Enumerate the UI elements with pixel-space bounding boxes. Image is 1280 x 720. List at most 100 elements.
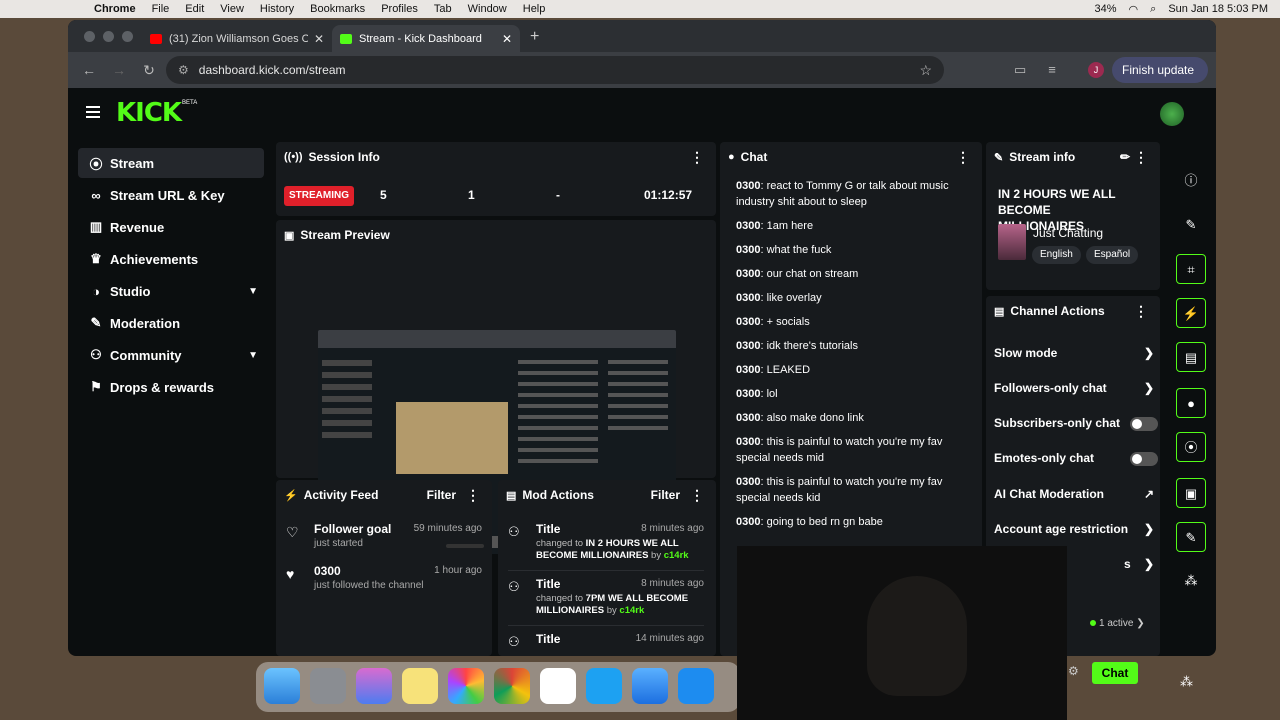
back-icon[interactable]: ← [80,62,98,78]
moderator-username[interactable]: c14rk [664,550,689,561]
forward-icon[interactable]: → [110,62,128,78]
bookmark-star-icon[interactable]: ☆ [919,62,932,79]
user-avatar[interactable] [1160,102,1184,126]
wrench-icon[interactable]: ✎ [1176,522,1206,552]
broadcast-icon[interactable]: ⦿ [1176,432,1206,462]
menu-app[interactable]: Chrome [94,3,136,15]
sidebar-item-revenue[interactable]: ▥ Revenue [78,212,264,242]
sidebar-item-community[interactable]: ⚇ Community ▼ [78,340,264,370]
kick-logo[interactable]: KICK [116,98,182,128]
launchpad-icon[interactable] [356,668,392,704]
account-age-row[interactable]: Account age restriction ❯ [994,514,1154,544]
chevron-down-icon[interactable]: ▼ [248,350,258,361]
chat-username[interactable]: 0300 [736,364,760,376]
finder-icon[interactable] [264,668,300,704]
activity-title[interactable]: 0300 [314,564,341,578]
sidebar-item-achievements[interactable]: ♛ Achievements [78,244,264,274]
widgets-icon[interactable]: ⁂ [1180,674,1193,690]
menu-bookmarks[interactable]: Bookmarks [310,3,365,15]
chevron-right-icon[interactable]: ❯ [1144,557,1154,571]
chat-settings-icon[interactable]: ⚙ [1068,664,1079,678]
sidebar-item-stream-url-key[interactable]: ∞ Stream URL & Key [78,180,264,210]
settings-icon[interactable] [310,668,346,704]
menu-profiles[interactable]: Profiles [381,3,418,15]
menu-history[interactable]: History [260,3,294,15]
tab-kick-dashboard[interactable]: Stream - Kick Dashboard ✕ [332,25,520,52]
chat-username[interactable]: 0300 [736,476,760,488]
chat-username[interactable]: 0300 [736,268,760,280]
document-icon[interactable]: ▤ [1176,342,1206,372]
app-store-icon[interactable] [678,668,714,704]
stream-category[interactable]: Just Chatting [1033,226,1103,240]
hamburger-menu-icon[interactable] [86,106,100,118]
chat-username[interactable]: 0300 [736,340,760,352]
close-window-button[interactable] [84,31,95,42]
chevron-right-icon[interactable]: ❯ [1144,346,1154,360]
menu-view[interactable]: View [220,3,244,15]
chat-username[interactable]: 0300 [736,388,760,400]
lightning-icon[interactable]: ⚡ [1176,298,1206,328]
more-options-icon[interactable]: ⋮ [690,149,704,166]
profile-avatar[interactable]: J [1088,62,1104,78]
info-icon[interactable]: ⓘ [1176,166,1206,196]
menu-edit[interactable]: Edit [185,3,204,15]
zoom-window-button[interactable] [122,31,133,42]
menu-help[interactable]: Help [523,3,546,15]
finish-update-button[interactable]: Finish update ⋮ [1112,57,1208,103]
followers-only-row[interactable]: Followers-only chat ❯ [994,373,1154,403]
mail-icon[interactable] [632,668,668,704]
chat-bubble-icon[interactable]: ● [1176,388,1206,418]
ai-chat-moderation-row[interactable]: AI Chat Moderation ↗ [994,479,1154,509]
external-link-icon[interactable]: ↗ [1144,487,1154,501]
layout-icon[interactable]: ▣ [1176,478,1206,508]
chat-username[interactable]: 0300 [736,292,760,304]
chat-username[interactable]: 0300 [736,516,760,528]
slow-mode-row[interactable]: Slow mode ❯ [994,338,1154,368]
menu-window[interactable]: Window [468,3,507,15]
more-options-icon[interactable]: ⋮ [1134,149,1148,166]
more-options-icon[interactable]: ⋮ [956,149,970,166]
chevron-right-icon[interactable]: ❯ [1144,381,1154,395]
site-info-icon[interactable]: ⚙ [178,63,189,77]
subscribers-only-toggle[interactable] [1130,417,1158,431]
minimize-window-button[interactable] [103,31,114,42]
chat-username[interactable]: 0300 [736,316,760,328]
sidebar-item-drops-rewards[interactable]: ⚑ Drops & rewards [78,372,264,402]
filter-button[interactable]: Filter [427,488,456,502]
emotes-only-toggle[interactable] [1130,452,1158,466]
calendar-icon[interactable] [540,668,576,704]
edit-icon[interactable]: ✏ [1120,150,1130,164]
photos-icon[interactable] [448,668,484,704]
cast-icon[interactable]: ▭ [1014,62,1026,78]
more-options-icon[interactable]: ⋮ [466,487,480,504]
scan-icon[interactable]: ⌗ [1176,254,1206,284]
battery-percent[interactable]: 34% [1095,3,1117,15]
chat-username[interactable]: 0300 [736,244,760,256]
widgets-icon[interactable]: ⁂ [1176,566,1206,596]
language-tag[interactable]: Español [1086,246,1139,264]
extensions-icon[interactable]: ≡ [1048,62,1056,78]
more-options-icon[interactable]: ⋮ [1134,303,1148,320]
close-tab-icon[interactable]: ✕ [502,32,512,46]
sidebar-item-studio[interactable]: ◑ Studio ▼ [78,276,264,306]
menu-tab[interactable]: Tab [434,3,452,15]
address-bar[interactable]: ⚙ dashboard.kick.com/stream ☆ [166,56,944,84]
pencil-icon[interactable]: ✎ [1176,210,1206,240]
wifi-icon[interactable]: ◠ [1129,3,1139,16]
sidebar-item-moderation[interactable]: ✎ Moderation [78,308,264,338]
tab-youtube[interactable]: (31) Zion Williamson Goes OF ✕ [142,25,332,52]
menu-file[interactable]: File [152,3,170,15]
sidebar-item-stream[interactable]: ⦿ Stream [78,148,264,178]
chat-username[interactable]: 0300 [736,220,760,232]
twitter-icon[interactable] [586,668,622,704]
filter-button[interactable]: Filter [651,488,680,502]
category-thumbnail[interactable] [998,224,1026,260]
chat-send-button[interactable]: Chat [1092,662,1138,684]
chat-username[interactable]: 0300 [736,436,760,448]
moderator-username[interactable]: c14rk [619,605,644,616]
active-count[interactable]: 1 active ❯ [1090,618,1145,629]
chevron-down-icon[interactable]: ▼ [248,286,258,297]
more-options-icon[interactable]: ⋮ [690,487,704,504]
chat-username[interactable]: 0300 [736,180,760,192]
reload-icon[interactable]: ↻ [140,62,158,79]
